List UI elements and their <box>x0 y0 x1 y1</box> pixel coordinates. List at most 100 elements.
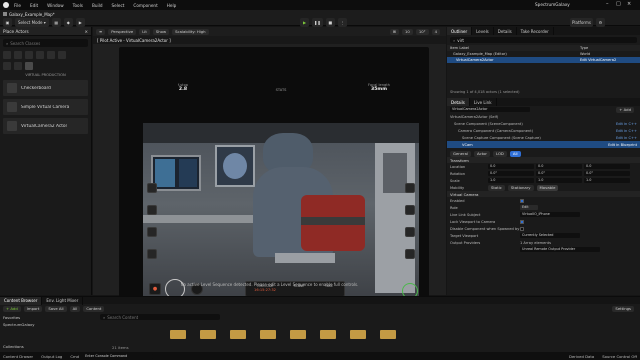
lock-viewport-checkbox[interactable] <box>520 219 524 224</box>
content-icon[interactable]: ▦ <box>51 18 61 27</box>
minimize-icon[interactable]: – <box>606 1 609 7</box>
add-component-button[interactable]: + Add <box>616 106 634 113</box>
settings-icon[interactable]: ⚙ <box>595 18 605 27</box>
column-item-label[interactable]: Item Label <box>450 46 580 50</box>
output-log-button[interactable]: Output Log <box>41 354 62 359</box>
viewport-menu-button[interactable]: ≡ <box>96 28 106 35</box>
menu-select[interactable]: Select <box>111 3 124 8</box>
vcam-side-button-3[interactable] <box>147 227 157 237</box>
add-button[interactable]: + Add <box>3 305 21 312</box>
level-tab[interactable]: Galaxy_Example_Map* <box>3 11 55 17</box>
folder-icon[interactable] <box>200 330 216 339</box>
rotation-x-field[interactable]: 0.0° <box>488 171 534 176</box>
scale-y-field[interactable]: 1.0 <box>536 178 582 183</box>
tab-details[interactable]: Details <box>494 27 517 35</box>
vcam-side-button-2[interactable] <box>147 205 157 215</box>
menu-tools[interactable]: Tools <box>73 3 83 8</box>
select-mode-button[interactable]: Select Mode ▾ <box>15 18 49 27</box>
blueprint-icon[interactable]: ◆ <box>63 18 73 27</box>
location-z-field[interactable]: 0.0 <box>584 164 630 169</box>
tab-take-recorder[interactable]: Take Recorder <box>517 27 554 35</box>
scale-x-field[interactable]: 1.0 <box>488 178 534 183</box>
outliner-search-input[interactable]: ⌕ virt <box>450 37 637 43</box>
menu-edit[interactable]: Edit <box>30 3 38 8</box>
category-cinematic-icon[interactable] <box>3 62 11 70</box>
source-control-button[interactable]: Source Control Off <box>602 354 637 359</box>
class-search-input[interactable]: ⌕ Search Classes <box>3 39 88 47</box>
category-virtual-production-icon[interactable] <box>25 62 33 70</box>
save-all-button[interactable]: Save All <box>45 305 67 312</box>
folder-icon[interactable] <box>260 330 276 339</box>
show-button[interactable]: Show <box>152 28 170 35</box>
save-icon[interactable]: ▣ <box>3 18 12 27</box>
folder-icon[interactable] <box>320 330 336 339</box>
play-options-icon[interactable]: ⋮ <box>337 18 347 27</box>
category-visual-icon[interactable] <box>36 51 44 59</box>
mobility-movable[interactable]: Movable <box>536 184 559 191</box>
filter-actor[interactable]: Actor <box>473 150 490 157</box>
actor-name-field[interactable]: VirtualCamera2Actor <box>450 107 530 112</box>
derived-data-button[interactable]: Derived Data <box>569 354 594 359</box>
menu-component[interactable]: Component <box>133 3 157 8</box>
mobility-static[interactable]: Static <box>488 184 505 191</box>
component-row[interactable]: Scene Capture Component (Scene Capture) E… <box>447 134 640 141</box>
live-link-subject-dropdown[interactable]: VirtualIO_iPhone <box>520 212 580 217</box>
edit-link[interactable]: Edit in C++ <box>616 122 637 126</box>
filter-lod[interactable]: LOD <box>492 150 507 157</box>
grid-snap-value[interactable]: 10 <box>402 28 413 35</box>
folder-icon[interactable] <box>290 330 306 339</box>
close-panel-icon[interactable]: × <box>84 29 88 34</box>
role-field[interactable]: Edit <box>520 205 538 210</box>
component-row[interactable]: VirtualCamera2Actor (Self) <box>447 113 640 120</box>
component-row[interactable]: Camera Component (CameraComponent) Edit i… <box>447 127 640 134</box>
unreal-logo-icon[interactable] <box>3 2 9 8</box>
close-icon[interactable]: × <box>627 1 631 7</box>
focal-length-readout[interactable]: Focal length 35mm <box>359 83 399 92</box>
menu-window[interactable]: Window <box>47 3 64 8</box>
content-search-input[interactable]: ⌕ Search Content <box>100 314 220 320</box>
vcam-side-button-5[interactable] <box>405 183 415 193</box>
component-row[interactable]: Scene Component (SceneComponent) Edit in … <box>447 120 640 127</box>
category-volumes-icon[interactable] <box>47 51 55 59</box>
folder-icon[interactable] <box>170 330 186 339</box>
category-geometry-icon[interactable] <box>14 62 22 70</box>
all-breadcrumb[interactable]: All <box>69 305 81 312</box>
tab-content-browser[interactable]: Content Browser <box>0 296 43 305</box>
scale-z-field[interactable]: 1.0 <box>584 178 630 183</box>
project-section[interactable]: SpectrumGalaxy <box>3 321 93 327</box>
mobility-stationary[interactable]: Stationary <box>507 184 534 191</box>
collections-section[interactable]: Collections <box>3 343 93 349</box>
rotation-z-field[interactable]: 0.0° <box>584 171 630 176</box>
place-item-checkerboard[interactable]: Checkerboard <box>3 80 88 96</box>
filter-general[interactable]: General <box>450 150 471 157</box>
sequencer-icon[interactable]: ▶ <box>75 18 85 27</box>
edit-link[interactable]: Edit in Blueprint <box>608 143 637 147</box>
target-viewport-dropdown[interactable]: Currently Selected <box>520 233 580 238</box>
tab-details-panel[interactable]: Details <box>447 98 470 106</box>
place-item-virtualcamera2-actor[interactable]: VirtualCamera2 Actor <box>3 118 88 134</box>
snap-icon[interactable]: ⊞ <box>389 28 399 35</box>
component-row-selected[interactable]: VCam Edit in Blueprint <box>447 141 640 148</box>
filter-all[interactable]: All <box>509 150 521 157</box>
cmd-dropdown[interactable]: Cmd <box>70 354 79 359</box>
play-icon[interactable]: ▶ <box>300 18 309 27</box>
import-button[interactable]: Import <box>23 305 43 312</box>
menu-help[interactable]: Help <box>167 3 177 8</box>
content-breadcrumb[interactable]: Content <box>83 305 105 312</box>
tab-outliner[interactable]: Outliner <box>447 27 473 35</box>
menu-build[interactable]: Build <box>92 3 103 8</box>
lit-button[interactable]: Lit <box>139 28 150 35</box>
content-drawer-button[interactable]: Content Drawer <box>3 354 33 359</box>
vcam-side-button-4[interactable] <box>147 249 157 259</box>
vcam-side-button-7[interactable] <box>405 227 415 237</box>
rotation-y-field[interactable]: 0.0° <box>536 171 582 176</box>
category-basic-icon[interactable] <box>3 51 11 59</box>
fstop-readout[interactable]: f-stop 2.8 <box>163 83 203 92</box>
pause-icon[interactable]: ❚❚ <box>312 18 323 27</box>
tab-levels[interactable]: Levels <box>472 27 494 35</box>
output-provider-dropdown[interactable]: Unreal Remote Output Provider <box>520 247 600 252</box>
platforms-button[interactable]: Platforms <box>570 18 593 27</box>
disable-component-checkbox[interactable] <box>520 226 524 231</box>
category-shapes-icon[interactable] <box>25 51 33 59</box>
favorites-section[interactable]: Favorites <box>3 314 93 320</box>
